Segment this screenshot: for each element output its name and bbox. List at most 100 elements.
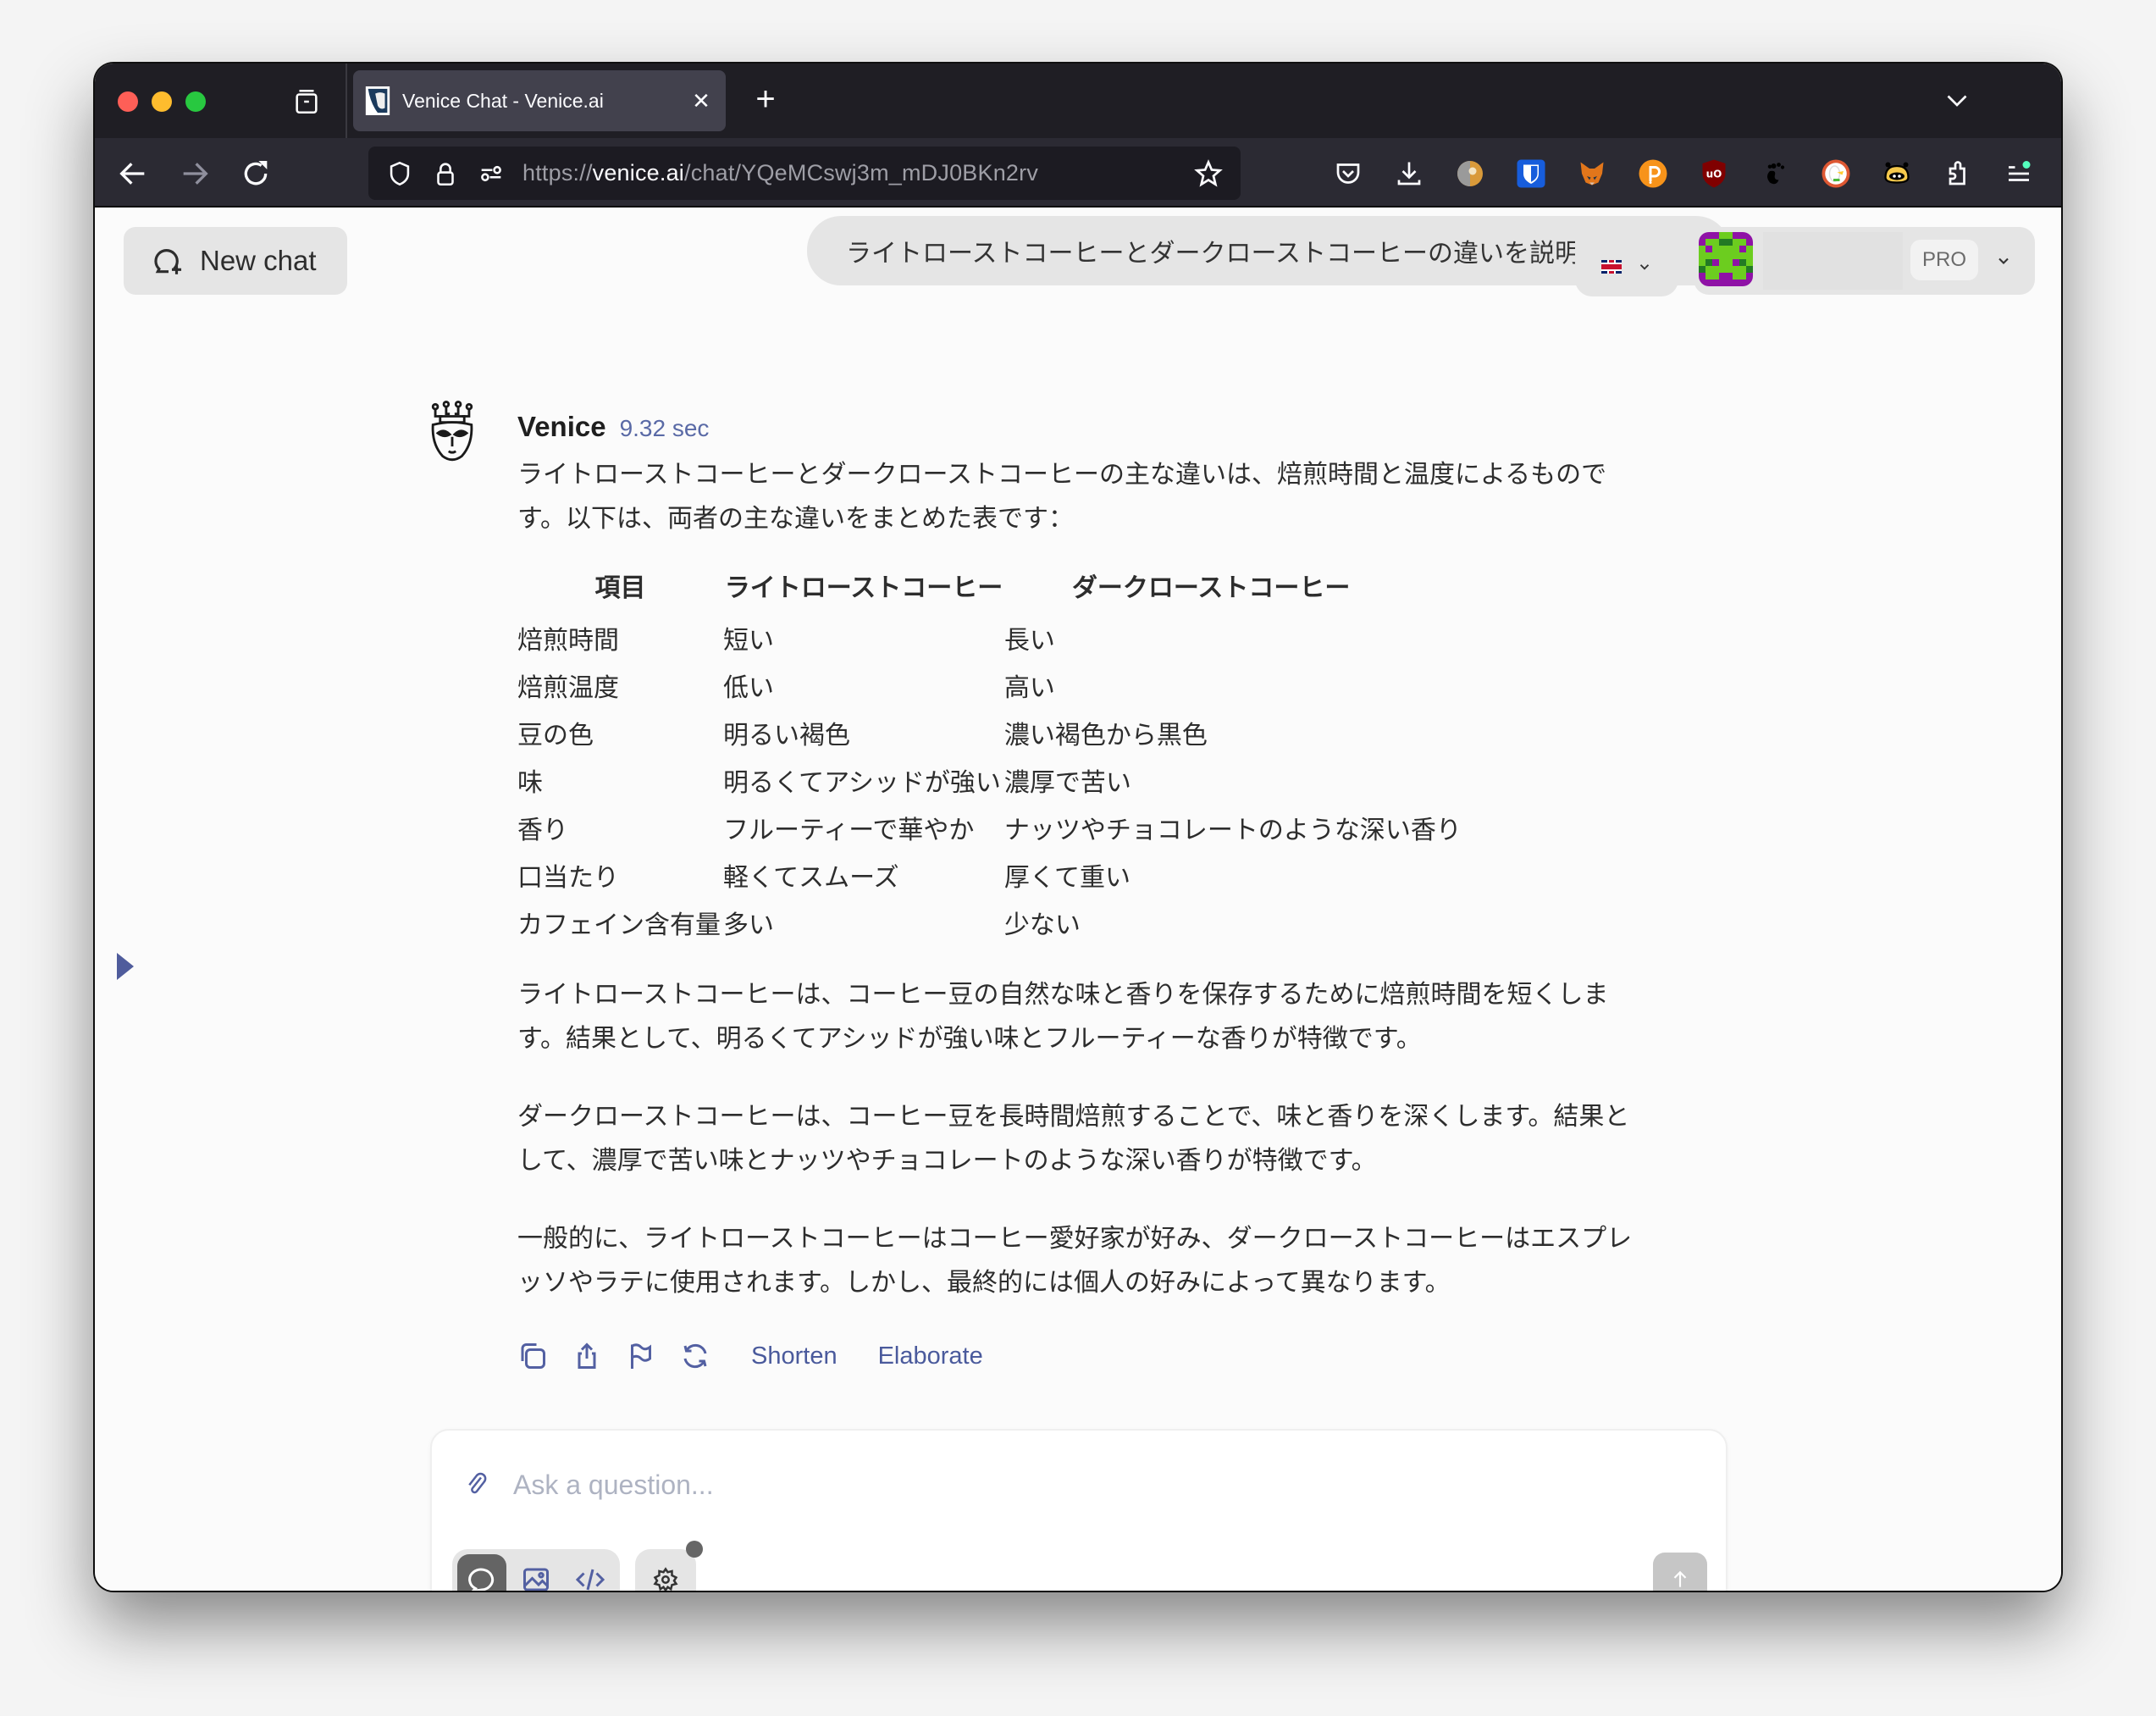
url-text[interactable]: https://venice.ai/chat/YQeMCswj3m_mDJ0BK… [522, 160, 1193, 186]
mode-image-button[interactable] [511, 1554, 561, 1591]
table-cell: 低い [723, 674, 774, 702]
tab-close-icon[interactable]: ✕ [688, 88, 714, 114]
app-menu-icon[interactable] [2002, 157, 2036, 191]
url-path: /chat/YQeMCswj3m_mDJ0BKn2rv [684, 160, 1039, 185]
message-paragraph: 一般的に、ライトローストコーヒーはコーヒー愛好家が好み、ダークローストコーヒーは… [517, 1225, 1633, 1297]
table-cell: 口当たり [517, 864, 619, 892]
back-arrow-icon[interactable] [116, 157, 150, 191]
new-chat-label: New chat [200, 245, 317, 276]
table-cell: 香り [517, 816, 568, 844]
table-cell: 厚くて重い [1003, 864, 1131, 892]
table-cell: 濃厚で苦い [1003, 769, 1131, 797]
address-bar[interactable]: https://venice.ai/chat/YQeMCswj3m_mDJ0BK… [368, 147, 1241, 200]
table-header: ダークローストコーヒー [1071, 574, 1351, 602]
table-cell: 濃い褐色から黒色 [1003, 722, 1208, 750]
pocket-icon[interactable] [1331, 157, 1365, 191]
copy-icon[interactable] [517, 1341, 548, 1371]
lock-icon[interactable] [431, 159, 460, 188]
bookmark-star-icon[interactable] [1193, 158, 1224, 189]
mode-chat-button[interactable] [457, 1554, 506, 1591]
chevron-down-icon [1998, 257, 2009, 264]
avatar[interactable] [1699, 232, 1753, 286]
table-cell: 味 [517, 769, 543, 797]
table-cell: 焙煎時間 [517, 627, 619, 655]
chat-bubble-icon [468, 1568, 495, 1591]
tab-venice-chat[interactable]: Venice Chat - Venice.ai ✕ [353, 70, 726, 131]
table-row: 豆の色 明るい褐色 濃い褐色から黒色 [517, 712, 1465, 760]
comparison-table: 項目 ライトローストコーヒー ダークローストコーヒー 焙煎時間 短い 長い 焙煎温度… [517, 567, 1465, 949]
polkadot-icon[interactable] [1636, 157, 1670, 191]
share-icon[interactable] [572, 1341, 602, 1371]
message-paragraph: ダークローストコーヒーは、コーヒー豆を長時間焙煎することで、味と香りを深くします… [517, 1103, 1630, 1175]
regenerate-icon[interactable] [680, 1341, 710, 1371]
language-selector[interactable] [1575, 237, 1678, 296]
flag-icon[interactable] [626, 1341, 656, 1371]
message-paragraph: ライトローストコーヒーは、コーヒー豆の自然な味と香りを保存するために焙煎時間を短… [517, 981, 1609, 1053]
table-cell: ナッツやチョコレートのような深い香り [1003, 816, 1462, 844]
question-input[interactable] [513, 1461, 1682, 1508]
tab-separator [346, 64, 347, 138]
table-cell: 明るくてアシッドが強い [723, 769, 1001, 797]
venice-logo-icon [431, 401, 473, 462]
settings-notification-dot [686, 1541, 703, 1558]
table-cell: 焙煎温度 [517, 674, 619, 702]
ublock-origin-icon[interactable]: uO [1697, 157, 1731, 191]
svg-text:uO: uO [1706, 169, 1722, 180]
tab-title: Venice Chat - Venice.ai [402, 89, 604, 112]
bee-extension-icon[interactable] [1880, 157, 1914, 191]
extension-avatar-icon[interactable] [1453, 157, 1487, 191]
venice-chat-page: New chat ライトローストコーヒーとダークローストコーヒーの違いを説明して [95, 208, 2061, 1591]
metamask-icon[interactable] [1575, 157, 1609, 191]
attachment-paperclip-icon[interactable] [464, 1471, 489, 1497]
settings-button[interactable] [635, 1549, 696, 1591]
table-cell: 多い [723, 911, 774, 939]
maximize-window-button[interactable] [185, 91, 206, 112]
tab-bar: Venice Chat - Venice.ai ✕ + [95, 64, 2061, 138]
account-name [1763, 232, 1903, 290]
table-header: ライトローストコーヒー [724, 574, 1003, 602]
reload-icon[interactable] [239, 157, 273, 191]
table-header-row: 項目 ライトローストコーヒー ダークローストコーヒー [517, 567, 1465, 617]
table-cell: カフェイン含有量 [517, 911, 721, 939]
table-row: 焙煎温度 低い 高い [517, 665, 1465, 712]
uk-flag-icon [1601, 260, 1622, 274]
gnome-foot-icon[interactable] [1758, 157, 1792, 191]
bitwarden-icon[interactable] [1514, 157, 1548, 191]
minimize-window-button[interactable] [152, 91, 172, 112]
downloads-icon[interactable] [1392, 157, 1426, 191]
image-icon [523, 1568, 549, 1591]
send-button[interactable] [1653, 1553, 1707, 1591]
sidebar-expand-icon[interactable] [117, 953, 134, 980]
mode-code-button[interactable] [566, 1554, 615, 1591]
tracking-protection-shield-icon[interactable] [385, 159, 414, 188]
account-menu[interactable]: PRO [1694, 227, 2035, 295]
new-chat-icon [154, 249, 182, 274]
forward-arrow-icon[interactable] [178, 157, 212, 191]
code-icon [575, 1569, 605, 1591]
new-tab-button[interactable]: + [747, 80, 784, 118]
table-cell: 明るい褐色 [723, 722, 850, 750]
chevron-down-icon [1639, 264, 1650, 270]
message-author: Venice [517, 411, 606, 442]
tab-manager-icon[interactable] [292, 87, 321, 116]
url-host: venice.ai [592, 160, 685, 185]
mode-selector [452, 1549, 620, 1591]
table-cell: 少ない [1003, 911, 1081, 939]
extensions-puzzle-icon[interactable] [1941, 157, 1975, 191]
table-cell: 軽くてスムーズ [723, 864, 899, 892]
new-chat-button[interactable]: New chat [124, 227, 347, 295]
duckduckgo-icon[interactable] [1819, 157, 1853, 191]
message-composer [430, 1429, 1728, 1591]
elaborate-button[interactable]: Elaborate [878, 1342, 983, 1370]
venice-favicon-icon [365, 86, 390, 115]
site-permissions-icon[interactable] [477, 159, 506, 188]
table-row: 香り フルーティーで華やか ナッツやチョコレートのような深い香り [517, 807, 1465, 855]
browser-window: Venice Chat - Venice.ai ✕ + https://veni… [95, 64, 2061, 1591]
tab-list-chevron-icon[interactable] [1942, 85, 1972, 115]
close-window-button[interactable] [118, 91, 138, 112]
pro-badge: PRO [1910, 240, 1978, 280]
shorten-button[interactable]: Shorten [751, 1342, 838, 1370]
response-time: 9.32 sec [619, 415, 710, 441]
table-row: 口当たり 軽くてスムーズ 厚くて重い [517, 855, 1465, 902]
gear-icon [653, 1567, 678, 1591]
